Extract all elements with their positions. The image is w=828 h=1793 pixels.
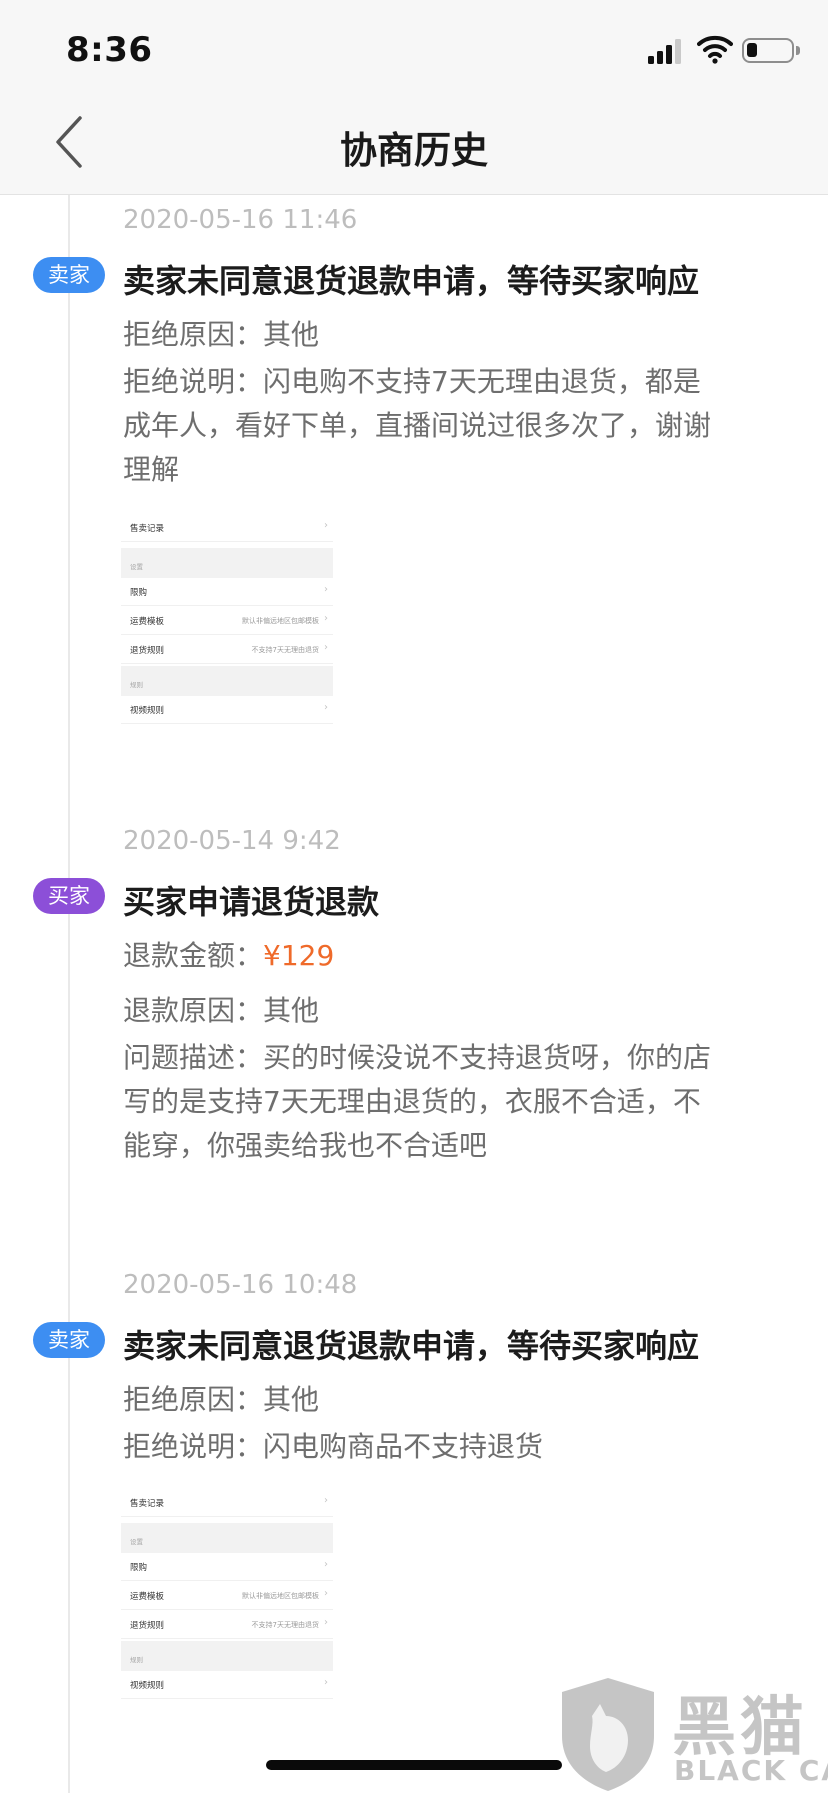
thumb-row: 退货规则 不支持7天无理由退货 ›: [121, 1611, 333, 1639]
cellular-signal-icon: [648, 38, 684, 64]
thumb-row: 视频规则 ›: [121, 696, 333, 724]
description-line: 拒绝说明：闪电购商品不支持退货: [123, 1430, 544, 1463]
seller-badge: 卖家: [33, 257, 105, 293]
description-line: 理解: [123, 453, 180, 486]
seller-badge: 卖家: [33, 1322, 105, 1358]
buyer-badge: 买家: [33, 878, 105, 914]
thumb-section: 设置: [121, 548, 333, 578]
thumb-row-label: 售卖记录: [130, 1499, 165, 1509]
entry-title: 卖家未同意退货退款申请，等待买家响应: [123, 262, 700, 300]
refund-amount-label: 退款金额：: [123, 939, 264, 972]
thumb-row-label: 退货规则: [130, 646, 165, 656]
black-cat-watermark: 黑猫 BLACK CAT: [556, 1676, 828, 1793]
chevron-right-icon: ›: [324, 584, 328, 595]
description-line: 写的是支持7天无理由退货的，衣服不合适，不: [123, 1085, 701, 1118]
thumb-row-value: 默认非偏远地区包邮模板: [242, 617, 319, 625]
status-time: 8:36: [66, 30, 153, 70]
thumb-section-label: 规则: [130, 1656, 143, 1664]
refusal-description: 拒绝说明：闪电购商品不支持退货: [123, 1425, 793, 1469]
description-line: 能穿，你强卖给我也不合适吧: [123, 1129, 488, 1162]
entry-timestamp: 2020-05-14 9:42: [123, 826, 341, 856]
attachment-thumbnail[interactable]: 售卖记录 › 设置 限购 › 运费模板 默认非偏远地区包邮模板 › 退货规则 不…: [121, 514, 333, 726]
thumb-section-label: 规则: [130, 681, 143, 689]
top-bar: 8:36 协商历史: [0, 0, 828, 195]
thumb-row: 运费模板 默认非偏远地区包邮模板 ›: [121, 607, 333, 635]
refund-amount-value: ¥129: [263, 939, 335, 972]
entry-timestamp: 2020-05-16 11:46: [123, 205, 358, 235]
thumb-row: 视频规则 ›: [121, 1671, 333, 1699]
thumb-row-label: 视频规则: [130, 706, 165, 716]
chevron-right-icon: ›: [324, 1588, 328, 1599]
entry-timestamp: 2020-05-16 10:48: [123, 1270, 358, 1300]
thumb-section-label: 设置: [130, 563, 143, 571]
refund-amount: 退款金额：¥129: [123, 934, 334, 974]
screen: 8:36 协商历史 2020-05-16 11:46 卖家 卖家未同意退货退款申…: [0, 0, 828, 1793]
chevron-right-icon: ›: [324, 1677, 328, 1688]
thumb-row-label: 退货规则: [130, 1621, 165, 1631]
battery-icon: [742, 38, 800, 63]
refund-reason: 退款原因：其他: [123, 994, 320, 1027]
entry-title: 买家申请退货退款: [123, 883, 380, 921]
thumb-section: 规则: [121, 1641, 333, 1671]
thumb-row-label: 限购: [130, 588, 148, 598]
chevron-right-icon: ›: [324, 702, 328, 713]
chevron-right-icon: ›: [324, 1559, 328, 1570]
wifi-icon: [697, 35, 733, 64]
thumb-section: 设置: [121, 1523, 333, 1553]
thumb-row-value: 不支持7天无理由退货: [251, 1621, 319, 1629]
thumb-row: 退货规则 不支持7天无理由退货 ›: [121, 636, 333, 664]
description-line: 成年人，看好下单，直播间说过很多次了，谢谢: [123, 409, 712, 442]
home-indicator[interactable]: [266, 1760, 562, 1770]
attachment-thumbnail[interactable]: 售卖记录 › 设置 限购 › 运费模板 默认非偏远地区包邮模板 › 退货规则 不…: [121, 1489, 333, 1701]
thumb-section-label: 设置: [130, 1538, 143, 1546]
thumb-row: 售卖记录 ›: [121, 514, 333, 542]
problem-description: 问题描述：买的时候没说不支持退货呀，你的店 写的是支持7天无理由退货的，衣服不合…: [123, 1036, 793, 1168]
chevron-right-icon: ›: [324, 613, 328, 624]
thumb-row-label: 运费模板: [130, 1592, 165, 1602]
thumb-section: 规则: [121, 666, 333, 696]
chevron-right-icon: ›: [324, 642, 328, 653]
thumb-row-value: 默认非偏远地区包邮模板: [242, 1592, 319, 1600]
thumb-row-label: 运费模板: [130, 617, 165, 627]
cat-shield-logo-icon: [562, 1678, 654, 1791]
thumb-row: 售卖记录 ›: [121, 1489, 333, 1517]
entry-title: 卖家未同意退货退款申请，等待买家响应: [123, 1327, 700, 1365]
thumb-row: 运费模板 默认非偏远地区包邮模板 ›: [121, 1582, 333, 1610]
refusal-reason: 拒绝原因：其他: [123, 318, 320, 351]
chevron-right-icon: ›: [324, 520, 328, 531]
refusal-description: 拒绝说明：闪电购不支持7天无理由退货，都是 成年人，看好下单，直播间说过很多次了…: [123, 360, 793, 492]
watermark-latin-text: BLACK CAT: [674, 1754, 828, 1787]
chevron-right-icon: ›: [324, 1495, 328, 1506]
description-line: 问题描述：买的时候没说不支持退货呀，你的店: [123, 1041, 712, 1074]
chevron-right-icon: ›: [324, 1617, 328, 1628]
thumb-row-label: 售卖记录: [130, 524, 165, 534]
refusal-reason: 拒绝原因：其他: [123, 1383, 320, 1416]
thumb-row-value: 不支持7天无理由退货: [251, 646, 319, 654]
description-line: 拒绝说明：闪电购不支持7天无理由退货，都是: [123, 365, 701, 398]
timeline-line: [68, 195, 70, 1793]
page-title: 协商历史: [340, 129, 488, 172]
thumb-row: 限购 ›: [121, 578, 333, 606]
thumb-row-label: 限购: [130, 1563, 148, 1573]
thumb-row-label: 视频规则: [130, 1681, 165, 1691]
thumb-row: 限购 ›: [121, 1553, 333, 1581]
